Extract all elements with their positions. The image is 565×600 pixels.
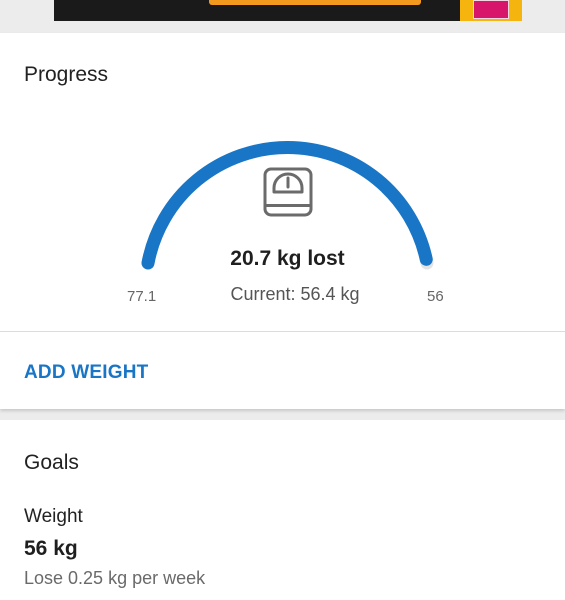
ad-strip [0,0,565,33]
ad-banner[interactable] [54,0,522,21]
goal-weight-label: 56 [427,288,444,305]
add-weight-button[interactable]: ADD WEIGHT [24,362,148,384]
weight-goal-rate: Lose 0.25 kg per week [24,568,206,588]
current-weight-label: Current: 56.4 kg [230,284,360,304]
goals-title: Goals [24,451,79,474]
weight-goal-label: Weight [24,506,83,527]
scale-icon [263,167,313,217]
ad-panel [460,0,522,21]
page: Progress 20.7 kg lost Current: 56.4 kg 7… [0,0,565,600]
progress-card: Progress 20.7 kg lost Current: 56.4 kg 7… [0,33,565,409]
weight-goal-item[interactable]: Weight 56 kg Lose 0.25 kg per week [24,506,544,596]
weight-goal-value: 56 kg [24,537,78,560]
ad-button-shape [209,0,421,5]
divider [0,331,565,332]
start-weight-label: 77.1 [127,288,157,305]
weight-lost-label: 20.7 kg lost [230,247,345,270]
ad-book-image [473,0,509,19]
goals-card: Goals Weight 56 kg Lose 0.25 kg per week [0,420,565,600]
